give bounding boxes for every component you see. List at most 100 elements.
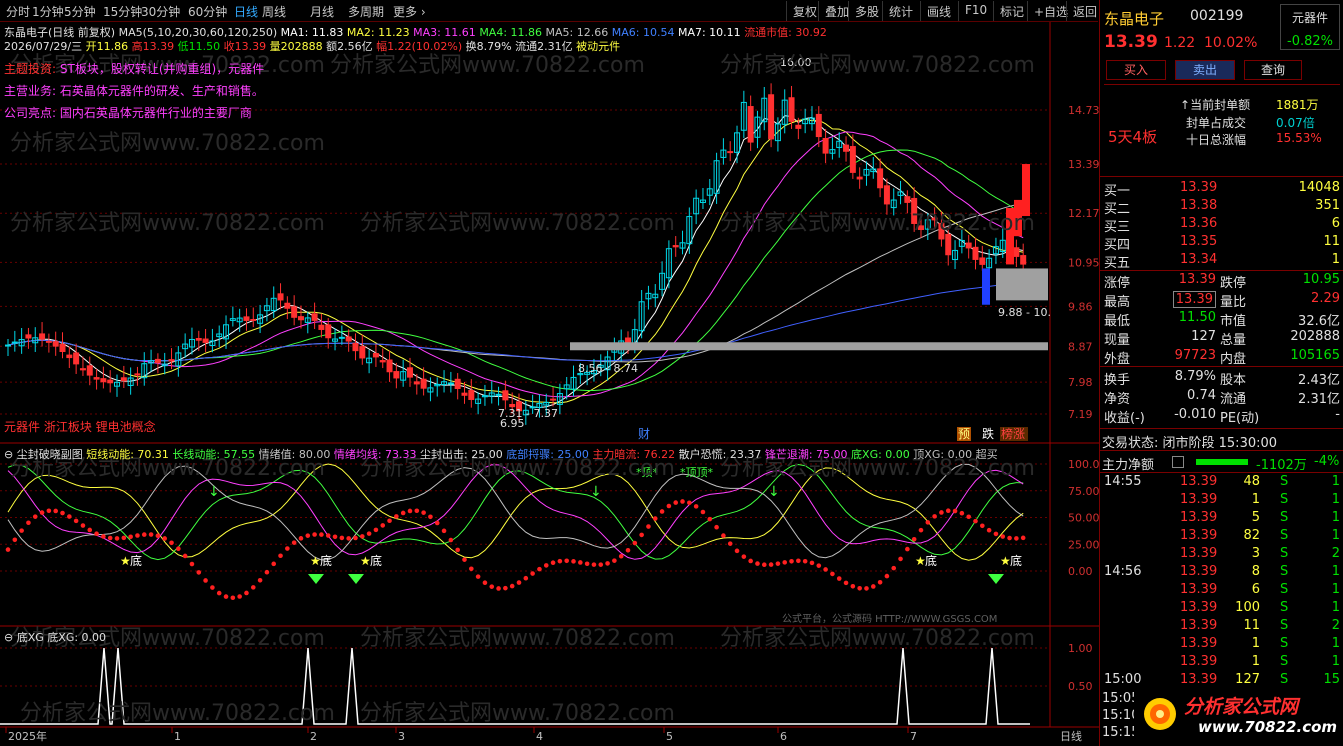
- candle: [434, 377, 441, 397]
- sector-change: -0.82%: [1287, 34, 1333, 49]
- sub1-dot: [237, 594, 242, 599]
- info-float: 流通2.31亿: [515, 40, 573, 53]
- query-button[interactable]: 查询: [1244, 60, 1302, 80]
- main-net-icon[interactable]: [1172, 456, 1184, 468]
- chart-area[interactable]: 14.7313.3912.1710.959.868.877.987.1916.0…: [0, 22, 1099, 746]
- tab-2[interactable]: 5分钟: [64, 3, 96, 20]
- theme-line: 主题投资: ST板块，股权转让(并购重组)，元器件: [4, 60, 264, 77]
- buy-button[interactable]: 买入: [1106, 60, 1166, 80]
- price-change: 1.22: [1164, 35, 1196, 51]
- sub1-dot: [380, 523, 386, 528]
- sub1-dot: [101, 534, 106, 539]
- sub1-dot: [741, 554, 747, 559]
- tab-10[interactable]: 更多 ›: [393, 3, 426, 20]
- y-tick-sub2: 1.00: [1068, 642, 1093, 655]
- bid-row[interactable]: 买二 13.38 351: [1104, 198, 1340, 217]
- sub1-dot: [884, 573, 890, 579]
- candle: [18, 328, 25, 354]
- sub1-dot: [966, 514, 971, 520]
- seal-label-text: 当前封单额: [1190, 98, 1251, 112]
- candle: [141, 352, 148, 386]
- bottom-marker: 底: [1010, 553, 1022, 568]
- candle: [216, 325, 223, 348]
- sub1-dot: [312, 532, 317, 537]
- tab-7[interactable]: 周线: [262, 3, 286, 20]
- sub1-collapse-icon[interactable]: ⊖: [4, 448, 13, 461]
- stat2-row: 换手 8.79% 股本 2.43亿: [1104, 369, 1340, 388]
- toolbar-btn-2[interactable]: 多股: [848, 1, 885, 21]
- candle: [39, 322, 46, 347]
- tab-9[interactable]: 多周期: [348, 3, 384, 20]
- info-turnover: 换8.79%: [465, 40, 512, 53]
- x-axis-label: 1: [174, 730, 181, 743]
- sub1-dot: [516, 580, 522, 585]
- bid-price: 13.35: [1180, 234, 1218, 249]
- support-bar: [996, 268, 1048, 301]
- sub1-dot: [135, 533, 140, 538]
- sub1-dot: [809, 560, 815, 566]
- sector-box[interactable]: 元器件 -0.82%: [1280, 4, 1340, 50]
- tab-1[interactable]: 1分钟: [32, 3, 64, 20]
- bid-row[interactable]: 买五 13.34 1: [1104, 252, 1340, 271]
- toolbar-btn-6[interactable]: 标记: [993, 1, 1030, 21]
- tick-price: 13.39: [1180, 510, 1218, 525]
- sub2-collapse-icon[interactable]: ⊖: [4, 631, 13, 644]
- sell-button[interactable]: 卖出: [1175, 60, 1235, 80]
- candle: [182, 333, 189, 358]
- sub1-dot: [959, 510, 965, 516]
- sub1-item-8: 锋芒退潮: 75.00: [761, 448, 848, 461]
- y-tick-sub2: 0.50: [1068, 680, 1093, 693]
- toolbar-btn-5[interactable]: F10: [958, 1, 993, 21]
- tick-dir: S: [1280, 564, 1289, 579]
- tick-price: 13.39: [1180, 636, 1218, 651]
- tab-4[interactable]: 30分钟: [141, 3, 180, 20]
- x-axis-label: 2: [310, 730, 317, 743]
- stat-value: 32.6亿: [1298, 314, 1340, 329]
- candle: [570, 365, 577, 397]
- bid-vol: 351: [1315, 198, 1340, 213]
- candle: [5, 339, 11, 356]
- bid-row[interactable]: 买三 13.36 6: [1104, 216, 1340, 235]
- sub1-dot: [305, 533, 311, 538]
- ma-value-6: MA6: 10.54: [611, 26, 678, 39]
- tick-count: 15: [1323, 672, 1340, 687]
- sub1-dot: [353, 535, 358, 541]
- sub1-dot: [196, 570, 202, 575]
- sub1-dot: [830, 571, 835, 577]
- info-vol: 量202888: [269, 40, 323, 53]
- toolbar-btn-3[interactable]: 统计: [882, 1, 919, 21]
- sub1-dot: [639, 532, 644, 538]
- tick-vol: 100: [1235, 600, 1260, 615]
- tab-0[interactable]: 分时: [6, 3, 30, 20]
- candle: [468, 379, 475, 408]
- sub1-dot: [176, 546, 181, 552]
- tab-5[interactable]: 60分钟: [188, 3, 227, 20]
- sub1-dot: [625, 547, 631, 553]
- range-label: 8.56 - 8.74: [578, 362, 638, 375]
- x-axis-label: 5: [666, 730, 673, 743]
- sub1-dot: [12, 537, 18, 543]
- tab-8[interactable]: 月线: [310, 3, 334, 20]
- stat-label: 跌停: [1220, 276, 1247, 291]
- sub2-header: ⊖ 底XG 底XG: 0.00: [4, 629, 106, 645]
- tick-row: 13.39 1 S 1: [1104, 492, 1340, 510]
- candle: [107, 370, 114, 393]
- stat-label: 收益(-): [1104, 411, 1145, 426]
- sub1-dot: [925, 520, 931, 525]
- bid-row[interactable]: 买一 13.39 14048: [1104, 180, 1340, 199]
- bid-price: 13.39: [1180, 180, 1218, 195]
- bid-vol: 11: [1323, 234, 1340, 249]
- toolbar-btn-8[interactable]: 返回: [1066, 1, 1103, 21]
- stat-value: 13.39: [1178, 272, 1216, 287]
- candle: [481, 384, 488, 406]
- stat-label: 最低: [1104, 314, 1131, 329]
- sub1-dot: [67, 514, 72, 519]
- sub1-dot: [1007, 535, 1012, 541]
- bid-row[interactable]: 买四 13.35 11: [1104, 234, 1340, 253]
- watermark-text: 分析家公式网www.70822.com: [360, 211, 675, 236]
- toolbar-btn-4[interactable]: 画线: [920, 1, 957, 21]
- tab-6[interactable]: 日线: [234, 3, 258, 20]
- sub1-dot: [1014, 536, 1019, 541]
- tab-3[interactable]: 15分钟: [103, 3, 142, 20]
- stat-value: 2.29: [1311, 291, 1340, 306]
